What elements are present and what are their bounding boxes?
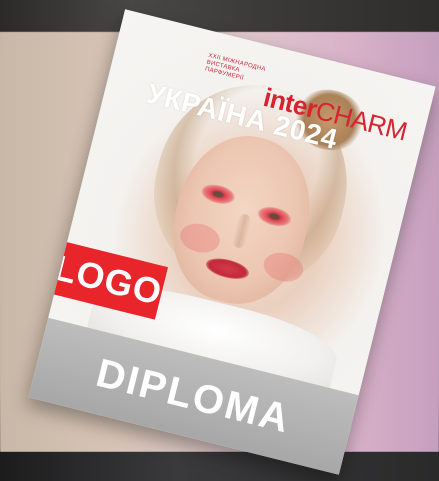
background-top xyxy=(0,0,439,32)
background-bottom xyxy=(0,452,439,481)
